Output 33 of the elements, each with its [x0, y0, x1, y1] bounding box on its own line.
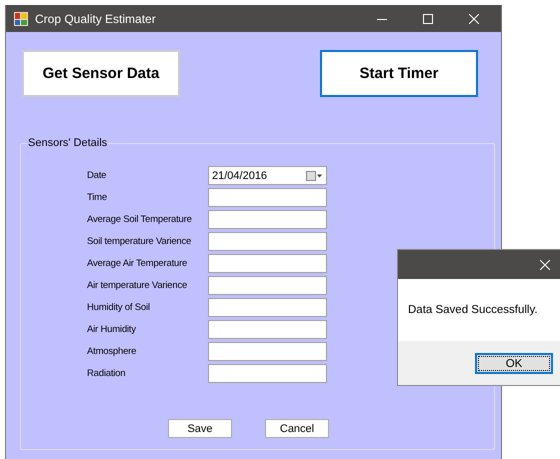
date-picker[interactable]: 21/04/2016	[208, 166, 327, 185]
dialog-message: Data Saved Successfully.	[408, 304, 538, 316]
field-label: Soil temperature Varience	[87, 236, 192, 247]
field-label: Average Air Temperature	[87, 258, 188, 269]
action-button[interactable]: Start Timer	[320, 50, 478, 97]
field-label: Average Soil Temperature	[87, 214, 193, 225]
field-label: Radiation	[87, 368, 126, 379]
maximize-icon[interactable]	[423, 14, 433, 24]
input-field[interactable]	[208, 232, 327, 251]
input-field[interactable]	[208, 254, 327, 273]
action-button[interactable]: Get Sensor Data	[22, 50, 180, 97]
field-label: Atmosphere	[87, 346, 138, 357]
form-button[interactable]: Cancel	[265, 419, 329, 438]
field-label: Time	[87, 192, 108, 203]
input-field[interactable]	[208, 298, 327, 317]
form-button[interactable]: Save	[168, 419, 232, 438]
field-label: Date	[87, 170, 108, 181]
ok-button[interactable]: OK	[475, 353, 553, 374]
input-field[interactable]	[208, 276, 327, 295]
calendar-dropdown-icon[interactable]	[306, 170, 322, 180]
input-field[interactable]	[208, 210, 327, 229]
input-field[interactable]	[208, 320, 327, 339]
close-icon[interactable]	[469, 14, 479, 24]
field-label: Air temperature Varience	[87, 280, 188, 291]
window-title: Crop Quality Estimater	[35, 12, 156, 26]
field-label: Humidity of Soil	[87, 302, 151, 313]
input-field[interactable]	[208, 188, 327, 207]
field-label: Air Humidity	[87, 324, 137, 335]
input-field[interactable]	[208, 342, 327, 361]
group-title: Sensors' Details	[27, 137, 108, 149]
close-icon[interactable]	[540, 260, 550, 270]
app-icon	[14, 12, 28, 26]
input-field[interactable]	[208, 364, 327, 383]
